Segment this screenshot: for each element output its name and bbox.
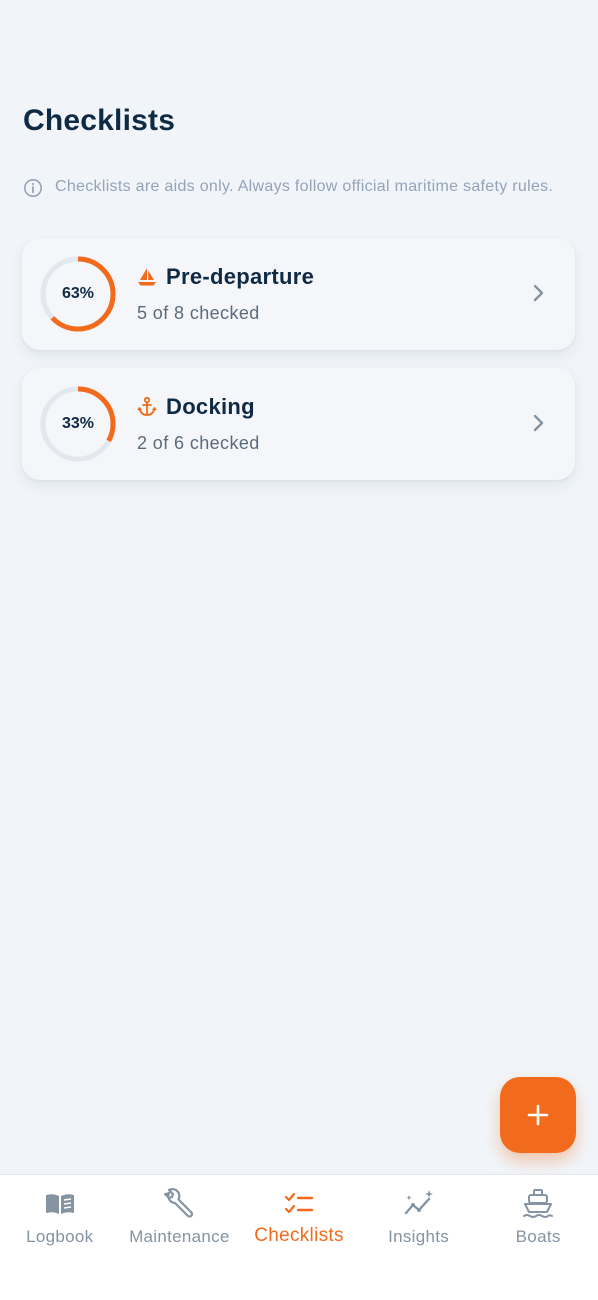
- tab-label: Boats: [515, 1227, 561, 1246]
- tab-label: Logbook: [26, 1227, 94, 1246]
- ship-icon: [523, 1189, 554, 1218]
- safety-notice: Checklists are aids only. Always follow …: [23, 176, 563, 198]
- sailboat-icon: [138, 268, 156, 286]
- bottom-tab-bar: Logbook Maintenance Checklists Insights: [0, 1174, 598, 1300]
- safety-notice-text: Checklists are aids only. Always follow …: [55, 178, 554, 195]
- tab-logbook[interactable]: Logbook: [0, 1175, 120, 1300]
- info-icon: [24, 179, 42, 197]
- chevron-right-icon: [533, 414, 544, 432]
- checklist-title: Docking: [166, 394, 255, 419]
- chevron-right-icon: [533, 284, 544, 302]
- tab-maintenance[interactable]: Maintenance: [120, 1175, 240, 1300]
- checklist-progress-text: 2 of 6 checked: [137, 433, 260, 453]
- tab-insights[interactable]: Insights: [359, 1175, 479, 1300]
- progress-percent: 63%: [61, 285, 95, 302]
- tab-boats[interactable]: Boats: [478, 1175, 598, 1300]
- wrench-icon: [164, 1188, 194, 1218]
- tab-label: Checklists: [254, 1225, 344, 1246]
- tab-label: Maintenance: [129, 1227, 230, 1246]
- tab-label: Insights: [388, 1227, 450, 1246]
- checklist-title: Pre-departure: [166, 264, 315, 289]
- sparkle-chart-icon: [404, 1190, 433, 1215]
- checklist-card-docking[interactable]: 33% Docking 2 of 6 checked: [22, 368, 575, 480]
- plus-icon: [527, 1104, 549, 1126]
- anchor-icon: [137, 396, 157, 416]
- checklist-card-pre-departure[interactable]: 63% Pre-departure 5 of 8 checked: [22, 238, 575, 350]
- add-checklist-button[interactable]: [500, 1077, 576, 1153]
- progress-percent: 33%: [61, 415, 95, 432]
- tab-checklists[interactable]: Checklists: [239, 1175, 359, 1300]
- page-title: Checklists: [23, 104, 176, 137]
- checklist-progress-text: 5 of 8 checked: [137, 303, 260, 323]
- checklist-icon: [284, 1192, 314, 1214]
- book-icon: [45, 1194, 74, 1214]
